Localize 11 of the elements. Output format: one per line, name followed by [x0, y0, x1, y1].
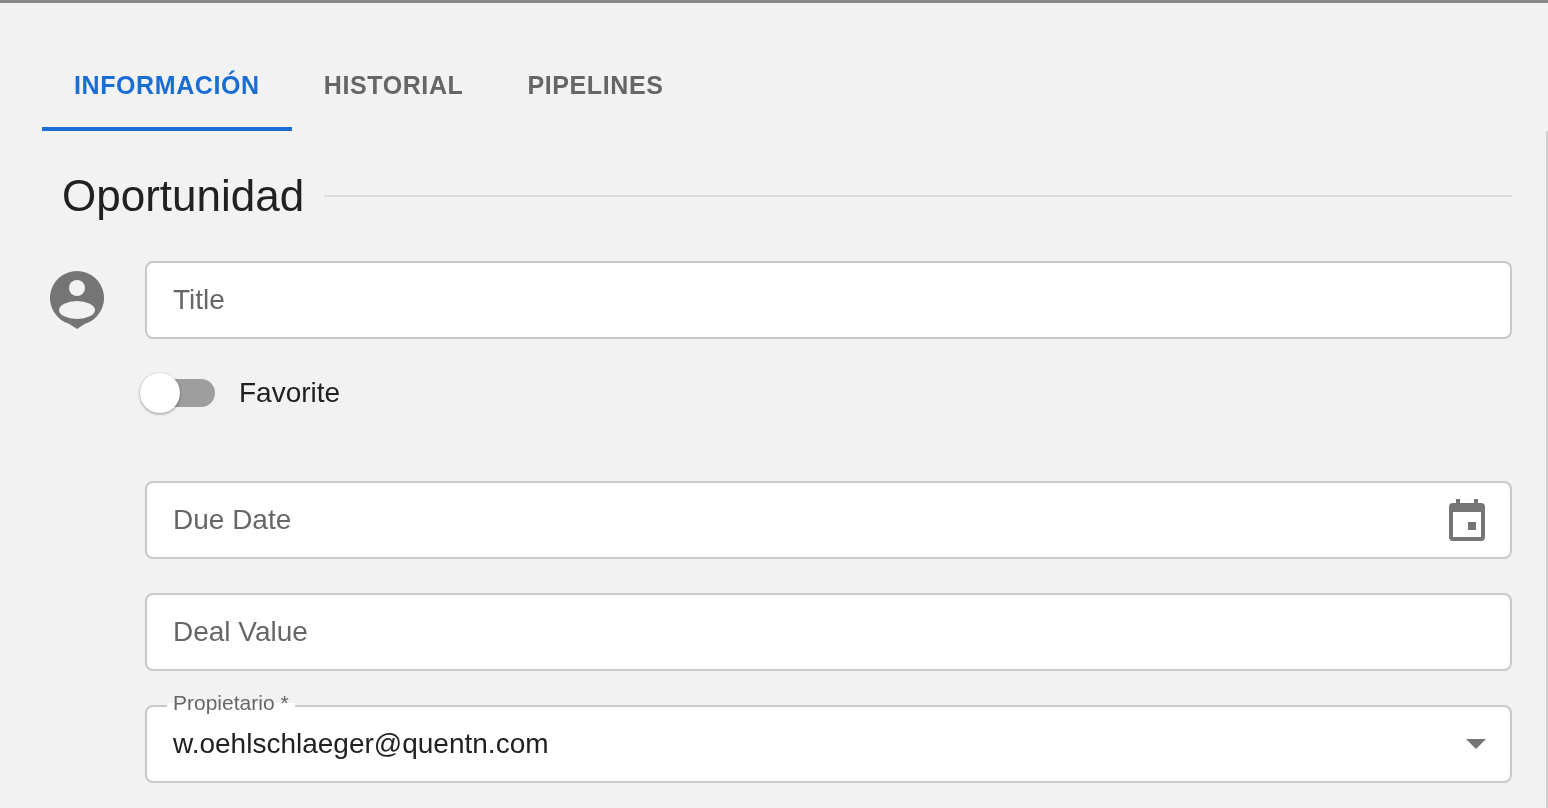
dropdown-caret-icon[interactable] [1466, 739, 1486, 749]
tab[interactable]: PIPELINES [495, 44, 696, 131]
text-field[interactable]: Deal Value [145, 593, 1512, 671]
toggle-label: Favorite [239, 377, 341, 409]
date-field[interactable]: Due Date [145, 481, 1512, 559]
tab[interactable]: INFORMACIÓN [42, 44, 292, 131]
calendar-icon[interactable] [1448, 499, 1486, 541]
section-title: Oportunidad [62, 171, 305, 221]
person-pin-icon [50, 271, 104, 329]
text-field[interactable]: Title [145, 261, 1512, 339]
tab[interactable]: HISTORIAL [291, 44, 496, 131]
